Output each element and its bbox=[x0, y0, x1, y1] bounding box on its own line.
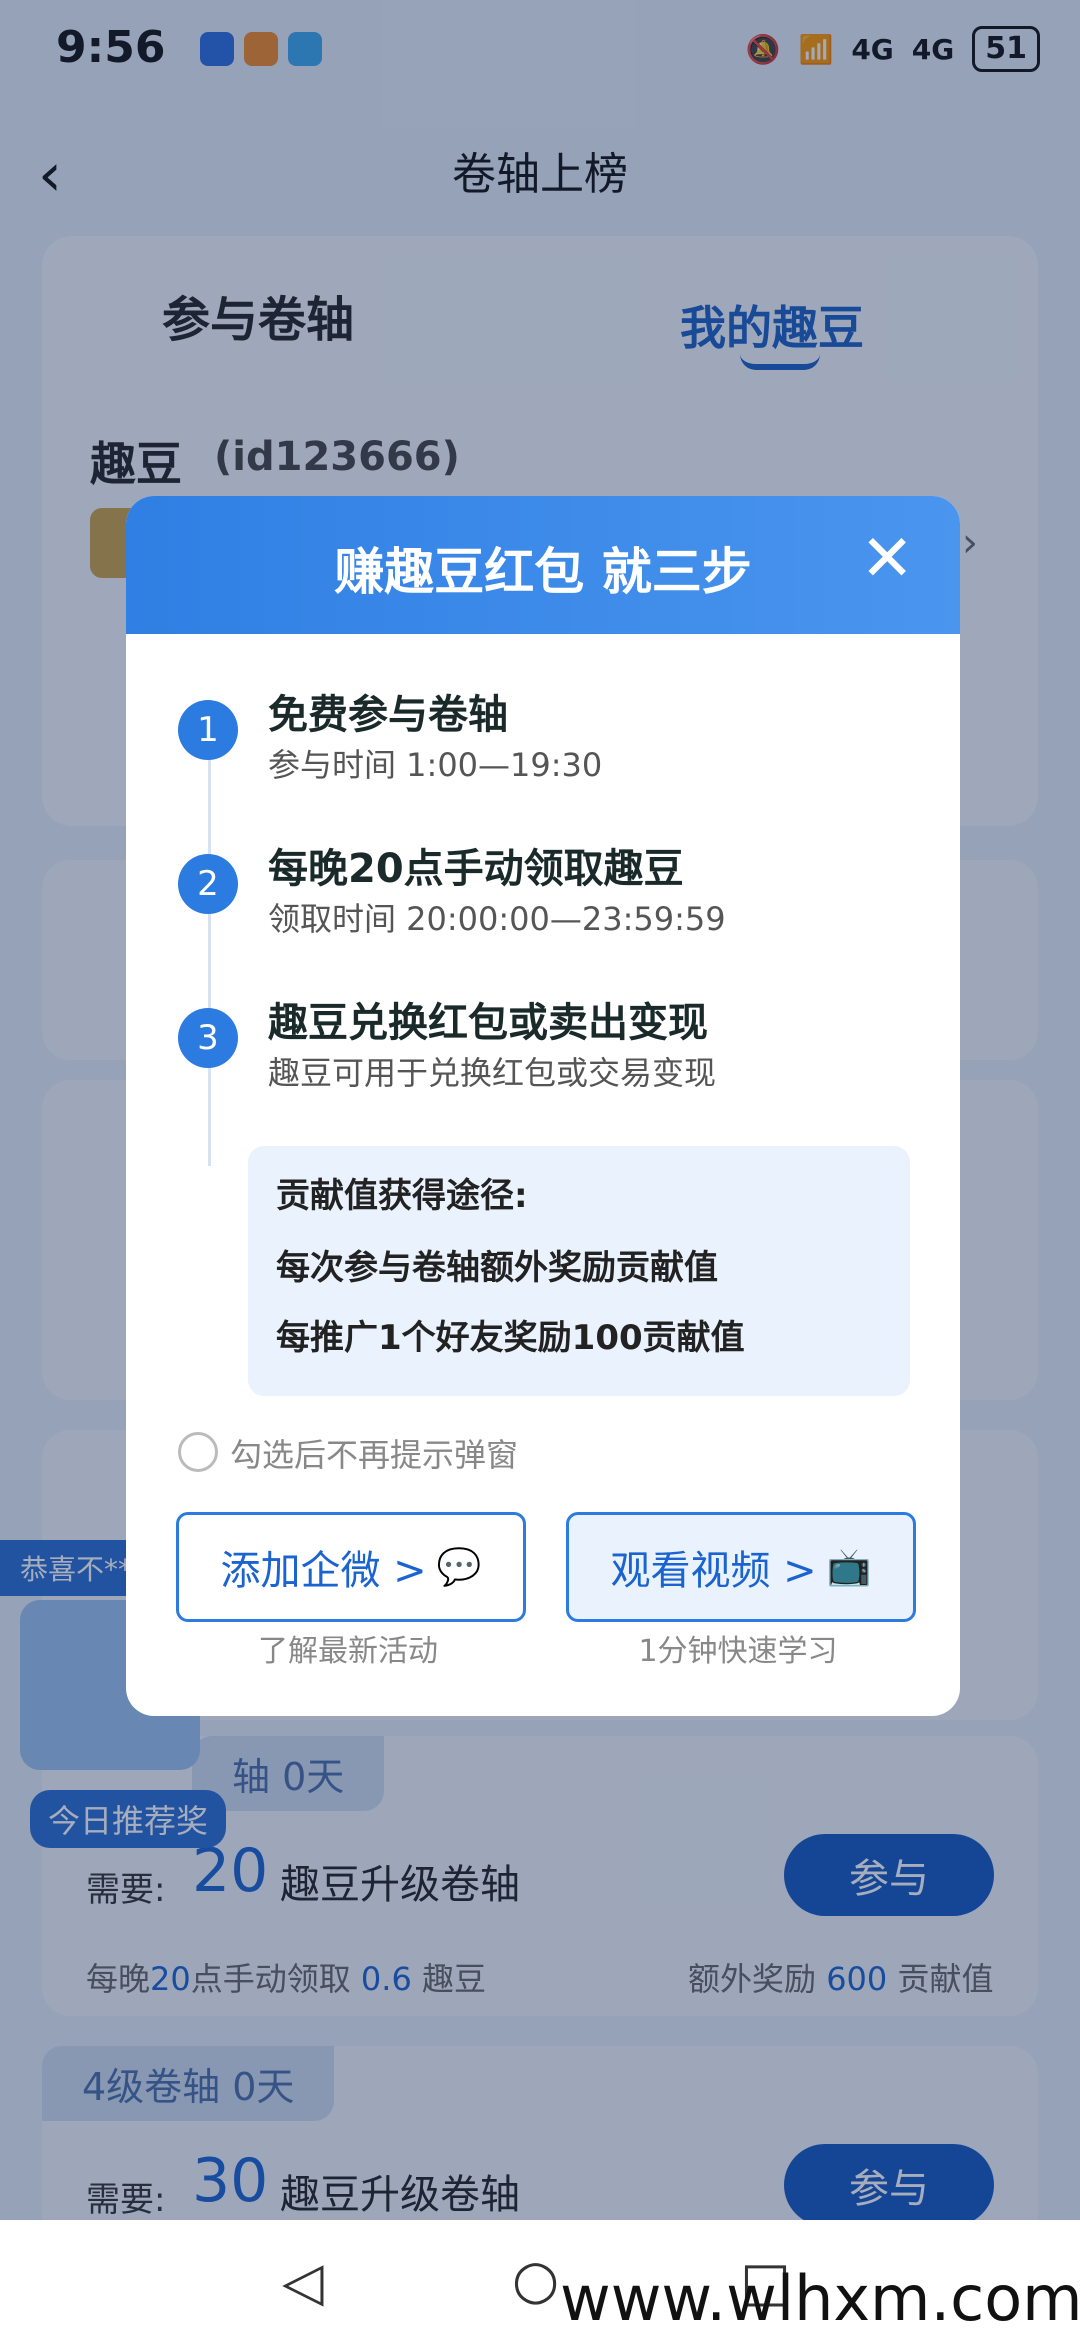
add-wechat-label: 添加企微 > bbox=[220, 1548, 427, 1594]
box-line: 每推广1个好友奖励100贡献值 bbox=[276, 1318, 745, 1358]
step-timeline bbox=[208, 746, 211, 1166]
watch-video-subtitle: 1分钟快速学习 bbox=[638, 1634, 838, 1669]
steps-modal: 赚趣豆红包 就三步 ✕ 1 免费参与卷轴 参与时间 1:00—19:30 2 每… bbox=[126, 496, 960, 1716]
step-number: 2 bbox=[178, 854, 238, 914]
contribution-info-box: 贡献值获得途径: 每次参与卷轴额外奖励贡献值 每推广1个好友奖励100贡献值 bbox=[248, 1146, 910, 1396]
dont-show-checkbox[interactable] bbox=[178, 1432, 218, 1472]
step-title: 每晚20点手动领取趣豆 bbox=[268, 846, 684, 892]
watch-video-button[interactable]: 观看视频 > 📺 bbox=[566, 1512, 916, 1622]
modal-title: 赚趣豆红包 就三步 bbox=[334, 543, 752, 601]
box-line: 每次参与卷轴额外奖励贡献值 bbox=[276, 1248, 718, 1288]
nav-home-icon[interactable]: ○ bbox=[512, 2248, 559, 2311]
add-wechat-subtitle: 了解最新活动 bbox=[258, 1634, 438, 1669]
nav-back-icon[interactable]: ◁ bbox=[282, 2250, 324, 2313]
watch-video-label: 观看视频 > bbox=[610, 1548, 817, 1594]
step-subtitle: 趣豆可用于兑换红包或交易变现 bbox=[268, 1054, 717, 1092]
box-title: 贡献值获得途径: bbox=[276, 1176, 528, 1216]
step-subtitle: 参与时间 1:00—19:30 bbox=[268, 746, 603, 784]
step-number: 1 bbox=[178, 700, 238, 760]
step-title: 趣豆兑换红包或卖出变现 bbox=[268, 1000, 708, 1046]
tv-icon: 📺 bbox=[826, 1547, 872, 1588]
close-icon[interactable]: ✕ bbox=[860, 522, 914, 596]
step-title: 免费参与卷轴 bbox=[268, 692, 508, 738]
watermark: www.wlhxm.com bbox=[560, 2262, 1080, 2335]
add-wechat-button[interactable]: 添加企微 > 💬 bbox=[176, 1512, 526, 1622]
dont-show-label[interactable]: 勾选后不再提示弹窗 bbox=[230, 1430, 518, 1476]
chat-bubble-icon: 💬 bbox=[436, 1547, 482, 1588]
step-number: 3 bbox=[178, 1008, 238, 1068]
step-subtitle: 领取时间 20:00:00—23:59:59 bbox=[268, 900, 726, 938]
